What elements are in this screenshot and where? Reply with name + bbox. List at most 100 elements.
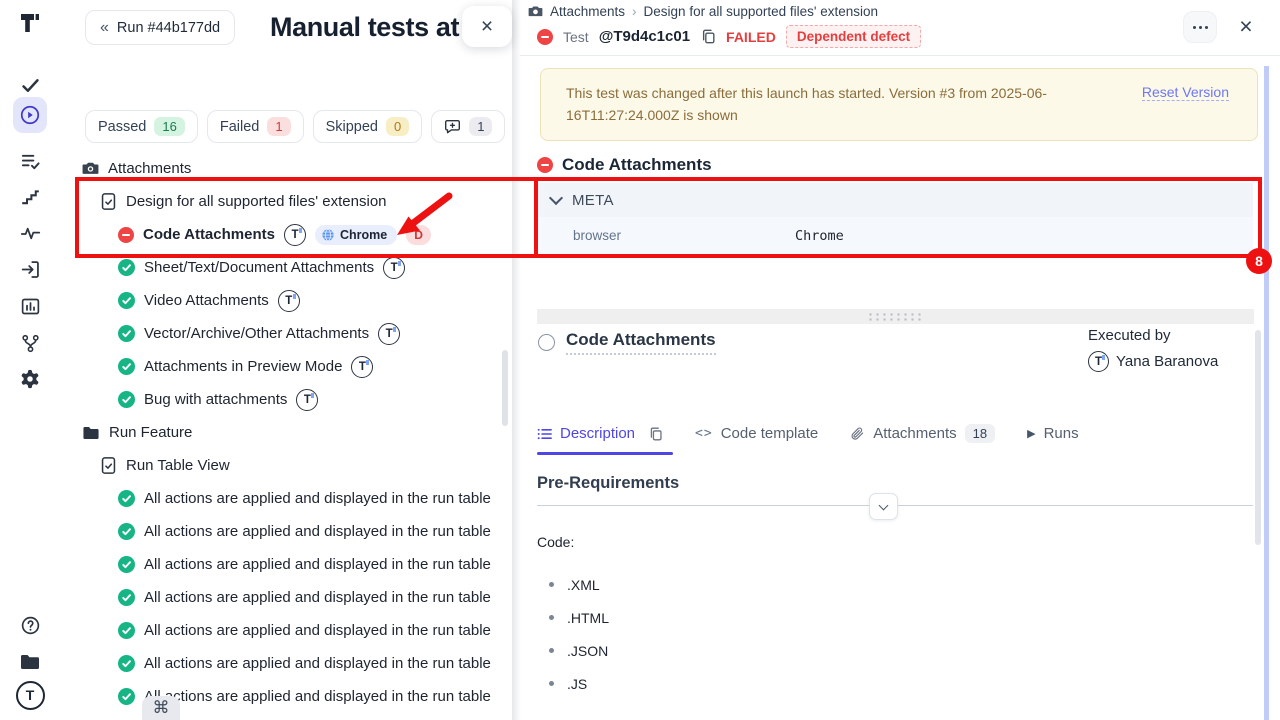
tree-item[interactable]: Design for all supported files' extensio… [60,185,512,218]
tree-item[interactable]: All actions are applied and displayed in… [60,614,512,647]
back-to-run-button[interactable]: « Run #44b177dd [85,10,235,45]
test-label: Test [563,29,589,45]
app-window: T « Run #44b177dd Manual tests at Passed… [0,0,1280,720]
tree-item-label: All actions are applied and displayed in… [144,622,491,639]
bullet-icon [549,582,554,587]
chevron-down-icon [879,500,889,510]
chrome-badge-label: Chrome [340,228,387,242]
tree-item[interactable]: All actions are applied and displayed in… [60,647,512,680]
branches-nav-icon[interactable] [0,328,60,358]
tree-item[interactable]: Video Attachments T [60,284,512,317]
tree-item-label: All actions are applied and displayed in… [144,490,491,507]
test-header-row: Test @T9d4c1c01 FAILED Dependent defect [537,25,921,48]
filter-skipped-chip[interactable]: Skipped 0 [313,110,423,143]
executed-by-name: Yana Baranova [1116,353,1218,370]
tree-item-label: All actions are applied and displayed in… [144,589,491,606]
test-tree: Attachments Design for all supported fil… [60,152,512,713]
tree-item[interactable]: Run Table View [60,449,512,482]
tab-attachments[interactable]: Attachments 18 [850,424,995,443]
camera-icon [82,161,99,176]
testomat-source-icon: T [378,323,400,345]
passed-status-icon [118,589,135,606]
runs-nav-icon[interactable] [0,100,60,130]
passed-status-icon [118,655,135,672]
breadcrumb-current[interactable]: Design for all supported files' extensio… [644,4,878,19]
tree-item[interactable]: All actions are applied and displayed in… [60,515,512,548]
tree-item[interactable]: Attachments [60,152,512,185]
testomat-source-icon: T [296,389,318,411]
tab-code-template[interactable]: <> Code template [695,425,818,442]
meta-collapse-header[interactable]: META [537,183,1253,217]
tree-item[interactable]: Vector/Archive/Other Attachments T [60,317,512,350]
collapse-section-button[interactable] [869,493,898,520]
tab-runs[interactable]: ▶ Runs [1027,425,1079,442]
steps-nav-icon[interactable] [0,182,60,212]
close-detail-panel-button[interactable]: × [1231,11,1261,41]
close-run-panel-button[interactable]: × [462,6,512,47]
plans-nav-icon[interactable] [0,146,60,176]
tab-description[interactable]: Description [537,425,663,442]
skipped-count-badge: 0 [386,117,409,136]
detail-panel-scrollbar[interactable] [1255,330,1261,545]
list-item-text: .JSON [567,643,608,659]
document-check-icon [100,456,117,475]
tree-item[interactable]: Sheet/Text/Document Attachments T [60,251,512,284]
breadcrumb: Attachments › Design for all supported f… [528,4,878,19]
tree-item[interactable]: All actions are applied and displayed in… [60,482,512,515]
result-test-title[interactable]: Code Attachments [566,330,716,355]
copy-description-icon[interactable] [648,426,663,442]
app-logo-icon[interactable] [0,8,60,38]
tab-label: Description [560,425,635,442]
tree-item[interactable]: All actions are applied and displayed in… [60,680,512,713]
passed-status-icon [118,391,135,408]
detail-tabs: Description <> Code template Attachments… [537,424,1079,443]
tree-item[interactable]: All actions are applied and displayed in… [60,581,512,614]
tree-item[interactable]: Run Feature [60,416,512,449]
tree-item[interactable]: Attachments in Preview Mode T [60,350,512,383]
reset-version-link[interactable]: Reset Version [1142,84,1229,101]
passed-status-icon [118,325,135,342]
reports-nav-icon[interactable] [0,291,60,321]
filter-passed-chip[interactable]: Passed 16 [85,110,198,143]
help-icon[interactable] [0,610,60,640]
list-item: .JSON [537,634,609,667]
version-warning-banner: This test was changed after this launch … [540,68,1258,141]
copy-test-id-icon[interactable] [700,28,716,45]
list-item-text: .XML [567,577,600,593]
pre-requirements-heading: Pre-Requirements [537,474,679,493]
passed-status-icon [118,622,135,639]
comments-count-badge: 1 [469,117,492,136]
filter-comments-chip[interactable]: 1 [431,110,505,143]
tree-item[interactable]: All actions are applied and displayed in… [60,548,512,581]
tests-nav-icon[interactable] [0,70,60,100]
unexecuted-status-icon [538,334,555,351]
extension-list: .XML .HTML .JSON .JS [537,568,609,700]
passed-status-icon [118,688,135,705]
testomat-source-icon: T [351,356,373,378]
tree-item-label: Design for all supported files' extensio… [126,193,387,210]
filter-failed-chip[interactable]: Failed 1 [207,110,304,143]
tree-item[interactable]: Bug with attachments T [60,383,512,416]
tree-item-label: All actions are applied and displayed in… [144,688,491,705]
testomat-source-icon: T [278,290,300,312]
import-nav-icon[interactable] [0,254,60,284]
comment-plus-icon [444,118,461,135]
folder-icon [82,425,100,441]
analytics-nav-icon[interactable] [0,218,60,248]
tab-label: Runs [1044,425,1079,442]
meta-title: META [572,192,614,209]
bullet-icon [549,648,554,653]
tree-item[interactable]: Code Attachments T Chrome D [60,218,512,251]
account-avatar[interactable]: T [0,680,60,710]
more-actions-button[interactable] [1183,11,1217,43]
projects-folder-icon[interactable] [0,647,60,677]
settings-gear-icon[interactable] [0,364,60,394]
breadcrumb-root[interactable]: Attachments [550,4,625,19]
split-drag-handle[interactable] [537,309,1254,324]
failed-count-badge: 1 [267,117,290,136]
left-panel-scrollbar[interactable] [502,350,508,426]
nav-rail: T [0,0,60,720]
document-check-icon [100,192,117,211]
dependent-defect-badge[interactable]: Dependent defect [786,25,921,48]
tree-item-label: Vector/Archive/Other Attachments [144,325,369,342]
